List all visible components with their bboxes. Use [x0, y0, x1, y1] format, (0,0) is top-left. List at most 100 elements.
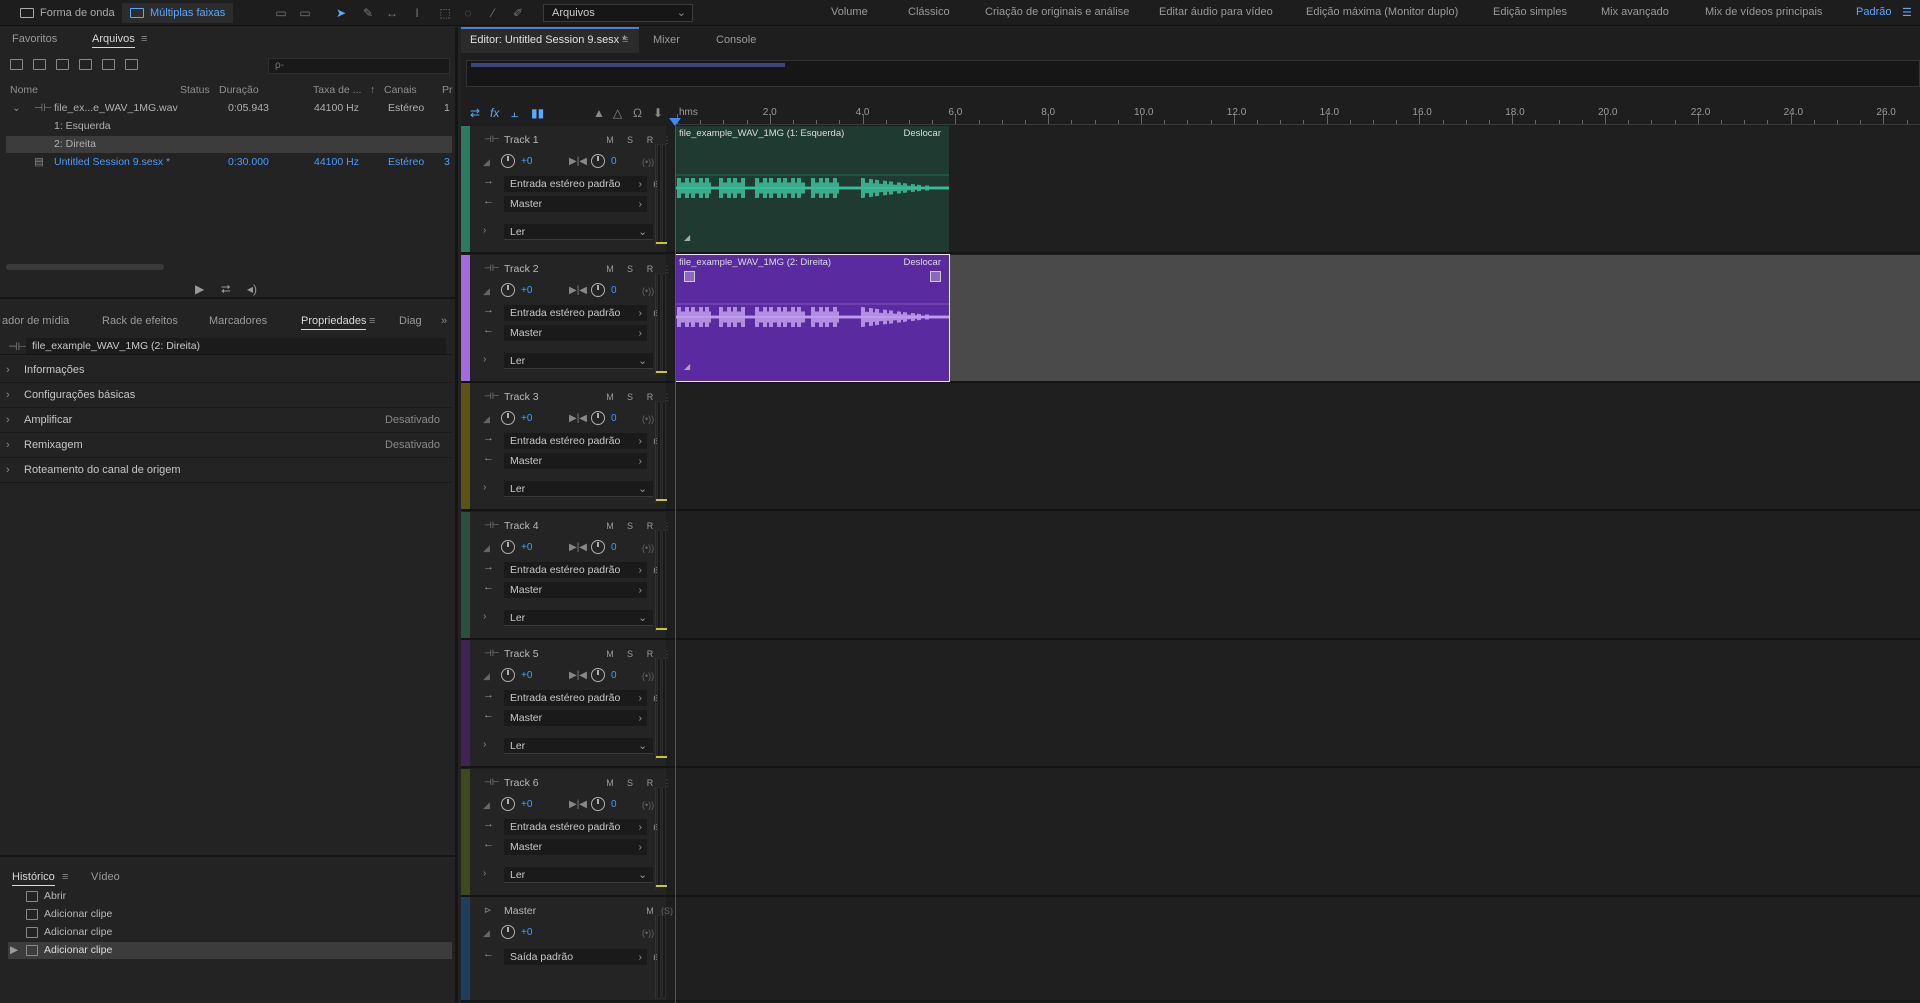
- section-amplificar[interactable]: › Amplificar Desativado: [0, 409, 452, 433]
- solo-button[interactable]: S: [623, 519, 637, 533]
- output-select[interactable]: Master ›: [504, 710, 647, 726]
- col-taxa[interactable]: Taxa de ...: [313, 84, 361, 96]
- tab-editor-session[interactable]: Editor: Untitled Session 9.sesx *: [470, 34, 627, 46]
- playhead-line[interactable]: [675, 125, 676, 1003]
- output-select[interactable]: Saída padrão ›: [504, 949, 647, 965]
- track-lane[interactable]: [676, 383, 1920, 509]
- track-5[interactable]: ⊣⊢ Track 5 M S R ⋮ ◢ +0 ▶|◀ 0 (•)) → Ent…: [461, 640, 1920, 768]
- multitrack-mode-button[interactable]: Múltiplas faixas: [122, 3, 234, 23]
- track-name[interactable]: Track 2: [504, 263, 539, 275]
- open-file-icon[interactable]: [10, 59, 23, 70]
- workspace-classico[interactable]: Clássico: [908, 6, 950, 18]
- output-select[interactable]: Master ›: [504, 324, 647, 341]
- solo-button[interactable]: S: [623, 133, 637, 147]
- lasso-tool-icon[interactable]: ◌: [460, 5, 476, 21]
- expand-automation-icon[interactable]: ›: [483, 611, 486, 622]
- input-select[interactable]: Entrada estéreo padrão ›: [504, 304, 647, 321]
- clip-mode[interactable]: Deslocar: [904, 128, 942, 139]
- volume-knob[interactable]: [501, 282, 515, 297]
- expand-automation-icon[interactable]: ›: [483, 739, 486, 750]
- mute-button[interactable]: M: [603, 262, 617, 276]
- track-6[interactable]: ⊣⊢ Track 6 M S R ⋮ ◢ +0 ▶|◀ 0 (•)) → Ent…: [461, 768, 1920, 897]
- pitch-display-icon[interactable]: ▭: [297, 5, 313, 21]
- track-4[interactable]: ⊣⊢ Track 4 M S R ⋮ ◢ +0 ▶|◀ 0 (•)) → Ent…: [461, 511, 1920, 640]
- mono-stereo-icon[interactable]: (•)): [642, 286, 654, 296]
- track-grip-icon[interactable]: ⊣⊢: [484, 263, 500, 274]
- volume-value[interactable]: +0: [521, 799, 532, 810]
- volume-knob[interactable]: [501, 154, 515, 168]
- move-tool-icon[interactable]: ➤: [333, 5, 349, 21]
- input-select[interactable]: Entrada estéreo padrão ›: [504, 176, 647, 192]
- file-select-dropdown[interactable]: Arquivos ⌄: [543, 4, 693, 22]
- col-pr[interactable]: Pr: [442, 84, 453, 96]
- workspace-criacao[interactable]: Criação de originais e análise: [985, 6, 1129, 18]
- expand-automation-icon[interactable]: ›: [483, 868, 486, 879]
- track-lane[interactable]: [676, 768, 1920, 895]
- mute-button[interactable]: M: [603, 133, 617, 147]
- automation-mode-select[interactable]: Ler ⌄: [504, 224, 653, 240]
- eq-icon[interactable]: ▮▮: [531, 106, 544, 120]
- tab-diagnosticos[interactable]: Diag: [399, 315, 422, 327]
- pan-value[interactable]: 0: [611, 670, 617, 681]
- toggle-io-icon[interactable]: ⇄: [470, 106, 480, 120]
- track-grip-icon[interactable]: ⊣⊢: [484, 391, 500, 402]
- expand-automation-icon[interactable]: ›: [483, 225, 486, 236]
- mono-stereo-icon[interactable]: (•)): [642, 928, 654, 938]
- time-selection-tool-icon[interactable]: I: [409, 5, 425, 21]
- insert-icon[interactable]: [79, 59, 92, 70]
- track-1[interactable]: ⊣⊢ Track 1 M S R ⋮ ◢ +0 ▶|◀ 0 (•)) → Ent…: [461, 126, 1920, 254]
- output-select[interactable]: Master ›: [504, 453, 647, 469]
- history-item-selected[interactable]: ▶ Adicionar clipe: [8, 942, 452, 959]
- mono-stereo-icon[interactable]: (•)): [642, 543, 654, 553]
- tab-favoritos[interactable]: Favoritos: [12, 33, 57, 45]
- workspace-mix-videos[interactable]: Mix de vídeos principais: [1705, 6, 1822, 18]
- workspace-edicao-maxima[interactable]: Edição máxima (Monitor duplo): [1306, 6, 1458, 18]
- track-lane[interactable]: [676, 511, 1920, 638]
- export-icon[interactable]: [102, 59, 115, 70]
- snap-icon[interactable]: ▲: [593, 106, 605, 120]
- mono-stereo-icon[interactable]: (•)): [642, 800, 654, 810]
- slip-tool-icon[interactable]: ↔: [384, 5, 400, 21]
- mono-stereo-icon[interactable]: (•)): [642, 671, 654, 681]
- input-select[interactable]: Entrada estéreo padrão ›: [504, 818, 647, 835]
- history-item[interactable]: Adicionar clipe: [8, 924, 452, 941]
- audio-clip[interactable]: file_example_WAV_1MG (1: Esquerda) Deslo…: [676, 126, 949, 252]
- track-name[interactable]: Master: [504, 905, 536, 917]
- tab-propriedades[interactable]: Propriedades: [301, 315, 367, 330]
- automation-mode-select[interactable]: Ler ⌄: [504, 481, 653, 497]
- marquee-tool-icon[interactable]: ⬚: [437, 5, 453, 21]
- new-file-icon[interactable]: [56, 59, 69, 70]
- workspace-mix-avancado[interactable]: Mix avançado: [1601, 6, 1669, 18]
- track-grip-icon[interactable]: ⊣⊢: [484, 648, 500, 659]
- zoom-navigator-range[interactable]: [471, 63, 785, 67]
- solo-button[interactable]: S: [623, 390, 637, 404]
- workspace-padrao[interactable]: Padrão: [1856, 6, 1891, 18]
- volume-knob[interactable]: [501, 539, 515, 554]
- volume-knob[interactable]: [501, 668, 515, 682]
- fade-out-handle[interactable]: [930, 270, 941, 282]
- automation-mode-select[interactable]: Ler ⌄: [504, 866, 653, 883]
- history-item[interactable]: Abrir: [8, 888, 452, 905]
- delete-icon[interactable]: [125, 59, 138, 70]
- razor-tool-icon[interactable]: ✎: [360, 5, 376, 21]
- properties-clip-name[interactable]: file_example_WAV_1MG (2: Direita): [26, 338, 446, 354]
- channel-row[interactable]: 1: Esquerda: [6, 118, 452, 135]
- tab-video[interactable]: Vídeo: [91, 871, 120, 883]
- sends-icon[interactable]: ⫠: [511, 106, 518, 121]
- mute-button[interactable]: M: [603, 390, 617, 404]
- pan-value[interactable]: 0: [611, 413, 617, 424]
- track-name[interactable]: Track 4: [504, 520, 539, 532]
- play-icon[interactable]: ▶: [195, 282, 204, 296]
- workspace-editar-audio-video[interactable]: Editar áudio para vídeo: [1159, 6, 1273, 18]
- files-search-input[interactable]: ρ-: [268, 58, 450, 74]
- workspace-volume[interactable]: Volume: [831, 6, 868, 18]
- pan-value[interactable]: 0: [611, 156, 617, 167]
- expand-automation-icon[interactable]: ›: [483, 482, 486, 493]
- pan-knob[interactable]: [591, 282, 605, 297]
- solo-button[interactable]: S: [623, 647, 637, 661]
- mono-stereo-icon[interactable]: (•)): [642, 157, 654, 167]
- panel-menu-icon[interactable]: ≡: [369, 315, 375, 327]
- zoom-navigator[interactable]: [466, 60, 1920, 87]
- pan-value[interactable]: 0: [611, 799, 617, 810]
- mute-button[interactable]: M: [603, 519, 617, 533]
